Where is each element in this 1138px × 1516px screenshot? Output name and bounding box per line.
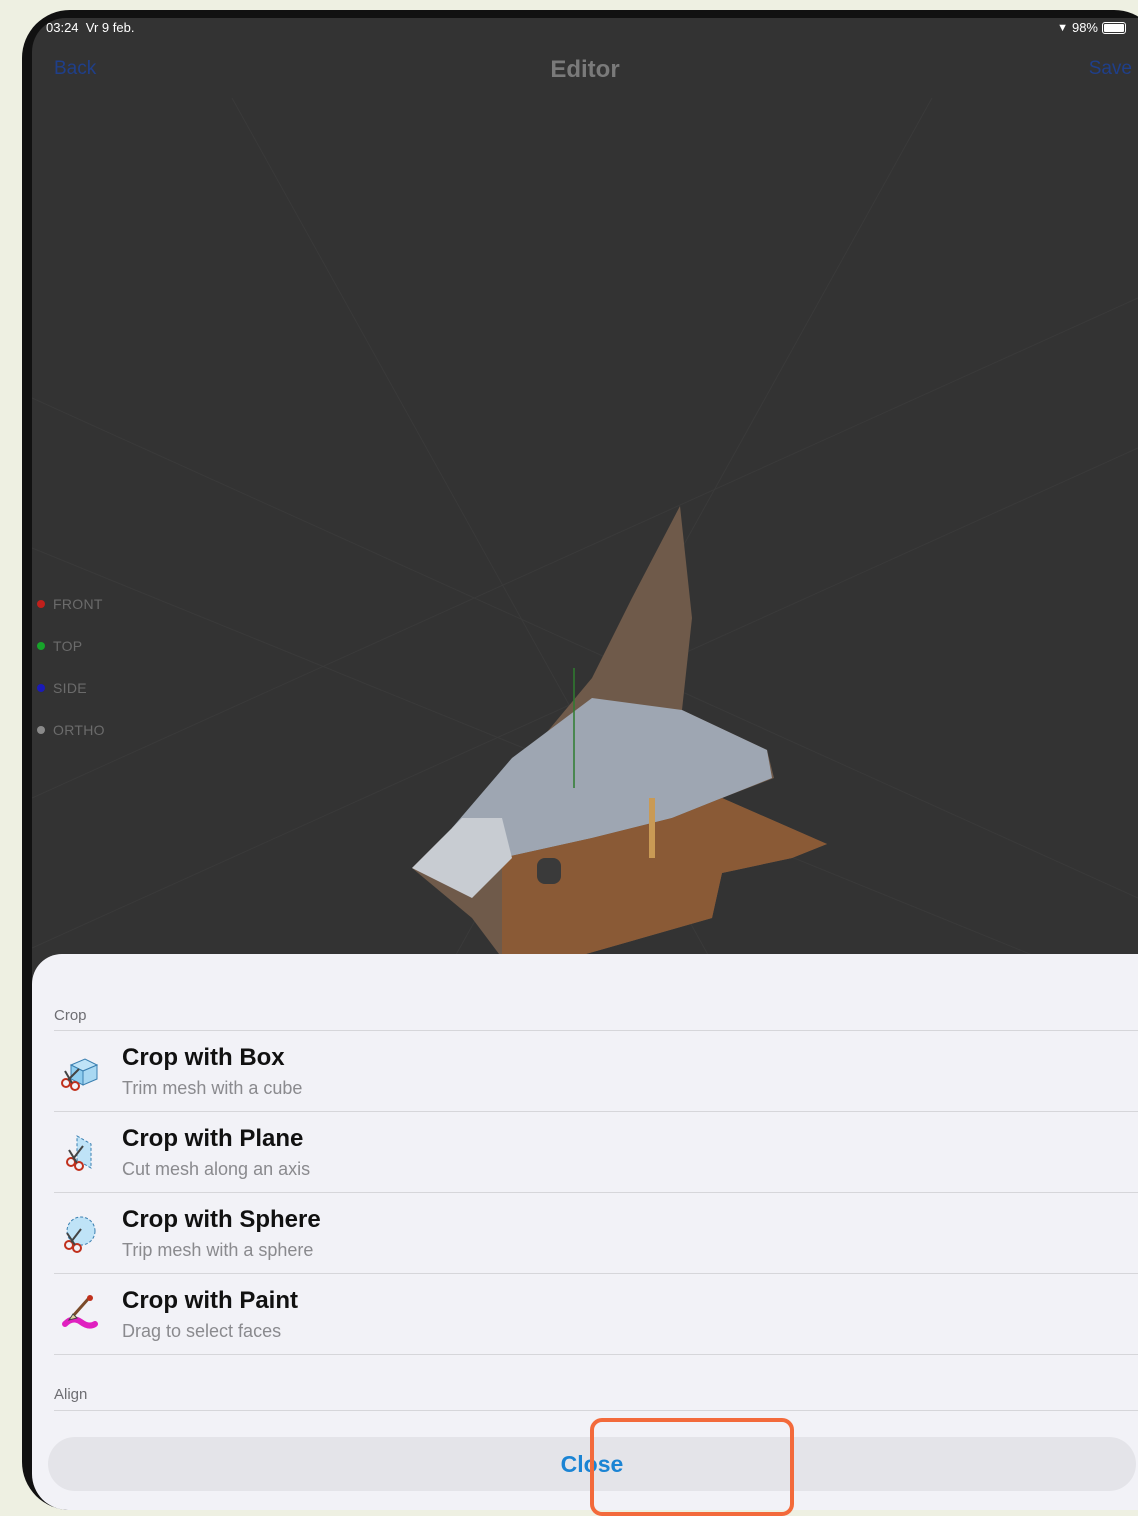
nav-bar: Back Editor Save xyxy=(32,52,1138,86)
crop-menu: Crop with Box Trim mesh with a cube Crop… xyxy=(54,1030,1138,1355)
crop-with-paint-item[interactable]: Crop with Paint Drag to select faces xyxy=(54,1274,1138,1355)
battery-icon xyxy=(1102,21,1126,34)
crop-with-sphere-subtitle: Trip mesh with a sphere xyxy=(122,1239,314,1260)
crop-with-plane-subtitle: Cut mesh along an axis xyxy=(122,1158,311,1179)
highlight-box xyxy=(590,1418,794,1516)
crop-with-plane-item[interactable]: Crop with Plane Cut mesh along an axis xyxy=(54,1112,1138,1193)
crop-with-plane-title: Crop with Plane xyxy=(122,1124,304,1152)
3d-viewport[interactable]: FRONT TOP SIDE ORTHO xyxy=(32,97,1138,999)
status-right: ▼ 98% xyxy=(1057,20,1126,35)
crop-sphere-icon xyxy=(54,1208,104,1258)
crop-with-paint-subtitle: Drag to select faces xyxy=(122,1320,282,1341)
crop-with-box-title: Crop with Box xyxy=(122,1043,285,1071)
save-button[interactable]: Save xyxy=(1089,58,1132,80)
crop-plane-icon xyxy=(54,1127,104,1177)
status-time: 03:24 xyxy=(46,20,79,35)
view-mode-list: FRONT TOP SIDE ORTHO xyxy=(37,583,105,751)
front-dot-icon xyxy=(37,600,45,608)
ortho-dot-icon xyxy=(37,726,45,734)
align-divider xyxy=(54,1410,1138,1411)
side-dot-icon xyxy=(37,684,45,692)
view-front[interactable]: FRONT xyxy=(37,583,105,625)
crop-box-icon xyxy=(54,1046,104,1096)
action-sheet: Crop Crop with Box Trim mesh with a cube xyxy=(32,954,1138,1510)
crop-with-sphere-title: Crop with Sphere xyxy=(122,1205,321,1233)
top-dot-icon xyxy=(37,642,45,650)
status-time-date: 03:24 Vr 9 feb. xyxy=(46,20,134,35)
crop-with-sphere-item[interactable]: Crop with Sphere Trip mesh with a sphere xyxy=(54,1193,1138,1274)
crop-with-paint-title: Crop with Paint xyxy=(122,1286,298,1314)
wifi-icon: ▼ xyxy=(1057,21,1068,34)
battery-percent: 98% xyxy=(1071,20,1098,35)
status-date: Vr 9 feb. xyxy=(85,20,135,35)
view-front-label: FRONT xyxy=(53,596,103,612)
crop-with-box-item[interactable]: Crop with Box Trim mesh with a cube xyxy=(54,1031,1138,1112)
view-side-label: SIDE xyxy=(53,680,87,696)
page-title: Editor xyxy=(550,56,620,83)
view-top[interactable]: TOP xyxy=(37,625,105,667)
status-bar: 03:24 Vr 9 feb. ▼ 98% xyxy=(32,18,1138,40)
crop-paint-icon xyxy=(54,1289,104,1339)
view-ortho[interactable]: ORTHO xyxy=(37,709,105,751)
view-top-label: TOP xyxy=(53,638,83,654)
crop-with-box-subtitle: Trim mesh with a cube xyxy=(122,1077,303,1098)
view-ortho-label: ORTHO xyxy=(53,722,105,738)
align-section-header: Align xyxy=(54,1386,88,1403)
scanned-mesh xyxy=(412,506,827,958)
crop-section-header: Crop xyxy=(54,1007,87,1024)
scene-canvas[interactable] xyxy=(32,97,1138,999)
view-side[interactable]: SIDE xyxy=(37,667,105,709)
